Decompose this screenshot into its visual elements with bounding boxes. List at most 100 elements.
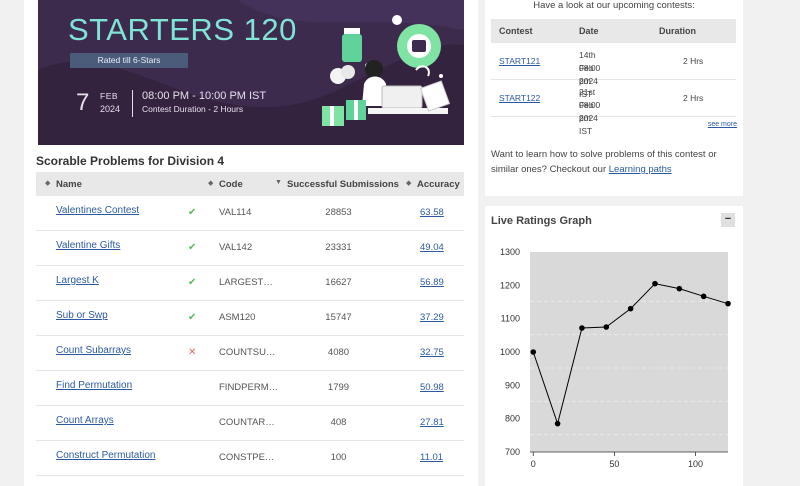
problem-row[interactable]: Valentines Contest ✔ VAL114 28853 63.58 xyxy=(36,196,464,231)
y-tick-label: 700 xyxy=(505,447,520,457)
upcoming-contest-link[interactable]: START121 xyxy=(499,56,540,66)
problem-name-link[interactable]: Valentines Contest xyxy=(56,205,139,216)
sort-name-icon[interactable]: ◆ xyxy=(45,179,50,187)
date-separator xyxy=(132,90,133,117)
successful-submissions: 15747 xyxy=(325,312,352,323)
x-tick-label: 50 xyxy=(609,459,619,469)
accuracy-link[interactable]: 37.29 xyxy=(420,312,444,323)
upcoming-table-header: Contest Date Duration xyxy=(491,19,736,43)
problem-name-link[interactable]: Find Permutation xyxy=(56,380,132,391)
rating-data-point xyxy=(603,324,610,330)
upcoming-contest-header: Contest xyxy=(499,26,533,36)
contest-duration: Contest Duration - 2 Hours xyxy=(142,104,244,114)
x-tick-label: 0 xyxy=(531,459,536,469)
problems-table: ◆ Name ◆ Code ▼ Successful Submissions ◆… xyxy=(36,172,464,476)
y-tick-label: 900 xyxy=(505,380,520,390)
accuracy-link[interactable]: 50.98 xyxy=(420,382,444,393)
upcoming-date-header: Date xyxy=(579,26,599,36)
rating-data-point xyxy=(554,420,561,427)
upcoming-contests-card: Have a look at our upcoming contests: Co… xyxy=(485,0,743,196)
successful-submissions: 28853 xyxy=(325,207,352,218)
y-tick-label: 1300 xyxy=(500,247,520,257)
contest-time-range: 08:00 PM - 10:00 PM IST xyxy=(142,90,267,102)
solved-check-icon: ✔ xyxy=(188,277,197,288)
successful-submissions: 4080 xyxy=(327,347,350,358)
problem-name-link[interactable]: Largest K xyxy=(56,275,99,286)
problem-code: ASM120 xyxy=(219,312,256,323)
y-tick-label: 1000 xyxy=(500,347,520,357)
ratings-graph-title: Live Ratings Graph xyxy=(491,215,592,227)
problem-name-link[interactable]: Sub or Swp xyxy=(56,310,108,321)
wrong-status-icon: ✕ xyxy=(188,347,197,358)
problem-row[interactable]: Count Arrays COUNTAR… 408 27.81 xyxy=(36,406,464,441)
successful-submissions: 408 xyxy=(330,417,347,428)
collapse-button[interactable]: − xyxy=(721,213,735,227)
successful-submissions: 1799 xyxy=(327,382,350,393)
problems-section-title: Scorable Problems for Division 4 xyxy=(36,154,225,168)
column-code-header[interactable]: Code xyxy=(219,179,243,190)
column-accuracy-header[interactable]: Accuracy xyxy=(417,179,460,190)
y-tick-label: 800 xyxy=(505,414,520,424)
upcoming-time-text: 08:00 pm IST xyxy=(579,100,601,136)
accuracy-link[interactable]: 49.04 xyxy=(420,242,444,253)
live-ratings-graph-card: Live Ratings Graph − 700 800 900 1000 1100 12… xyxy=(485,206,743,486)
problem-name-link[interactable]: Construct Permutation xyxy=(56,450,156,461)
rating-data-point xyxy=(700,293,707,300)
problem-row[interactable]: Construct Permutation CONSTPE… 100 11.01 xyxy=(36,441,464,476)
y-tick-label: 1200 xyxy=(500,280,520,290)
rating-data-point xyxy=(676,285,683,292)
learning-paths-link[interactable]: Learning paths xyxy=(609,164,672,175)
rating-data-point xyxy=(627,305,634,312)
sort-accuracy-icon[interactable]: ◆ xyxy=(406,179,411,187)
contest-year: 2024 xyxy=(100,104,121,114)
sort-submissions-icon[interactable]: ▼ xyxy=(275,179,282,186)
upcoming-contest-row: START121 14th Feb 2024 08:00 pm IST 2 Hrs xyxy=(491,43,736,99)
learning-paths-prompt: Want to learn how to solve problems of t… xyxy=(491,149,717,175)
rating-data-point xyxy=(725,300,731,307)
problem-code: CONSTPE… xyxy=(219,452,275,463)
problem-code: COUNTAR… xyxy=(219,417,275,428)
solved-check-icon: ✔ xyxy=(188,242,197,253)
coder-illustration xyxy=(322,15,451,126)
problem-row[interactable]: Find Permutation FINDPERM… 1799 50.98 xyxy=(36,371,464,406)
rating-data-point xyxy=(579,325,585,331)
accuracy-link[interactable]: 63.58 xyxy=(420,207,444,218)
upcoming-contest-row: START122 21st Feb 2024 08:00 pm IST 2 Hrs xyxy=(491,80,736,136)
contest-banner: STARTERS 120 Rated till 6-Stars 7 FEB 20… xyxy=(38,0,464,145)
problem-code: FINDPERM… xyxy=(219,382,279,393)
upcoming-contest-duration: 2 Hrs xyxy=(683,56,704,66)
column-submissions-header[interactable]: Successful Submissions xyxy=(287,179,399,190)
upcoming-contest-duration: 2 Hrs xyxy=(683,93,704,103)
problem-name-link[interactable]: Valentine Gifts xyxy=(56,240,120,251)
solved-check-icon: ✔ xyxy=(188,207,197,218)
rating-data-point xyxy=(530,349,537,355)
contest-title: STARTERS 120 xyxy=(68,12,297,47)
upcoming-contests-table: Contest Date Duration START121 14th Feb 2… xyxy=(491,19,736,136)
ratings-chart: 700 800 900 1000 1100 1200 1300 0 50 100 xyxy=(500,247,731,469)
problem-row[interactable]: Largest K ✔ LARGEST… 16627 56.89 xyxy=(36,266,464,301)
rating-data-point xyxy=(652,280,658,287)
learning-paths-text: Want to learn how to solve problems of t… xyxy=(491,147,736,177)
accuracy-link[interactable]: 11.01 xyxy=(420,452,443,463)
column-name-header[interactable]: Name xyxy=(56,179,82,190)
problem-code: VAL114 xyxy=(219,207,252,218)
successful-submissions: 23331 xyxy=(325,242,352,253)
accuracy-link[interactable]: 56.89 xyxy=(420,277,444,288)
problem-code: LARGEST… xyxy=(219,277,273,288)
see-more-link[interactable]: see more xyxy=(708,121,737,128)
problem-name-link[interactable]: Count Subarrays xyxy=(56,345,131,356)
problem-row[interactable]: Count Subarrays ✕ COUNTSU… 4080 32.75 xyxy=(36,336,464,371)
accuracy-link[interactable]: 32.75 xyxy=(420,347,444,358)
problem-code: VAL142 xyxy=(219,242,253,253)
sort-code-icon[interactable]: ◆ xyxy=(208,179,213,187)
solved-check-icon: ✔ xyxy=(188,312,197,323)
rated-badge: Rated till 6-Stars xyxy=(70,53,188,68)
upcoming-heading: Have a look at our upcoming contests: xyxy=(533,0,695,11)
problem-row[interactable]: Sub or Swp ✔ ASM120 15747 37.29 xyxy=(36,301,464,336)
problem-name-link[interactable]: Count Arrays xyxy=(56,415,114,426)
problem-row[interactable]: Valentine Gifts ✔ VAL142 23331 49.04 xyxy=(36,231,464,266)
upcoming-contest-link[interactable]: START122 xyxy=(499,93,540,103)
accuracy-link[interactable]: 27.81 xyxy=(420,417,444,428)
successful-submissions: 100 xyxy=(330,452,347,463)
contest-day: 7 xyxy=(76,89,90,116)
